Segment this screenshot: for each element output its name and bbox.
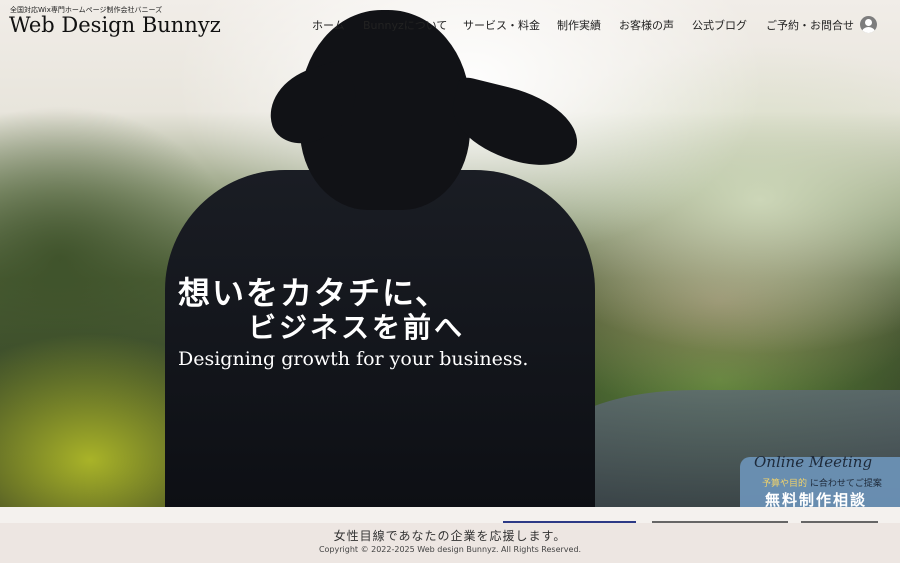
- footer-message: 女性目線であなたの企業を応援します。: [333, 529, 567, 543]
- nav-item-about[interactable]: Bunnyzについて: [363, 17, 447, 33]
- nav-item-blog[interactable]: 公式ブログ: [692, 17, 747, 33]
- nav-item-works[interactable]: 制作実績: [557, 17, 601, 33]
- site-logo[interactable]: Web Design Bunnyz: [9, 13, 221, 37]
- nav-item-contact[interactable]: ご予約・お問合せ: [766, 17, 854, 33]
- nav-item-home[interactable]: ホーム: [312, 17, 345, 33]
- cta-subtext: 予算や目的 に合わせてご提案: [762, 476, 882, 489]
- nav-item-testimonials[interactable]: お客様の声: [619, 17, 674, 33]
- footer-copyright: Copyright © 2022-2025 Web design Bunnyz.…: [318, 545, 582, 554]
- hero-subheadline: Designing growth for your business.: [178, 348, 529, 370]
- hero-headline-line2: ビジネスを前へ: [248, 311, 466, 344]
- hero-image: [0, 0, 900, 507]
- cta-subtext-rest: に合わせてご提案: [809, 479, 882, 489]
- nav-item-services[interactable]: サービス・料金: [463, 17, 540, 33]
- user-account-icon[interactable]: [860, 16, 877, 33]
- cta-subtext-highlight: 予算や目的: [762, 479, 808, 489]
- cta-script-label: Online Meeting: [754, 453, 873, 471]
